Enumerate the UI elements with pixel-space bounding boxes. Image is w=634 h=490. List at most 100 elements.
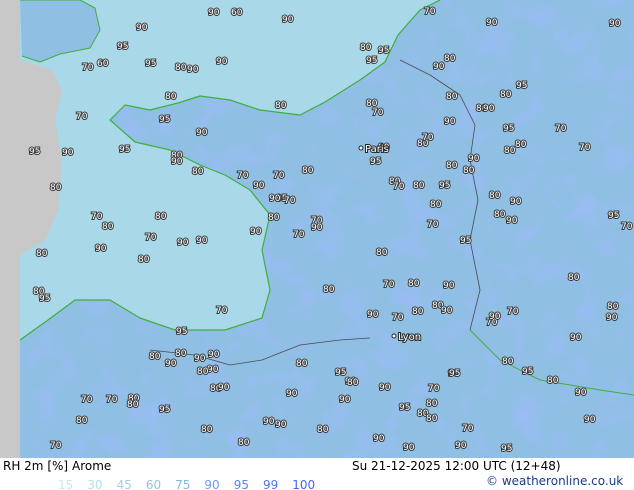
contour-label: 80 xyxy=(201,425,213,435)
contour-label: 70 xyxy=(106,395,118,405)
contour-label: 80 xyxy=(127,400,139,410)
credit-link[interactable]: © weatheronline.co.uk xyxy=(486,474,623,488)
contour-label: 80 xyxy=(494,210,506,220)
contour-label: 90 xyxy=(575,388,587,398)
contour-label: 80 xyxy=(347,378,359,388)
contour-label: 90 xyxy=(606,313,618,323)
relative-humidity-map: 80 90 80 80 90 90 80 70 80 80 70 80 80 90 95 95 95 90 95 80… xyxy=(0,0,634,458)
contour-label: 90 xyxy=(510,197,522,207)
contour-label: 90 xyxy=(311,223,323,233)
contour-label: 70 xyxy=(284,196,296,206)
contour-label: 80 xyxy=(175,63,187,73)
contour-label: 70 xyxy=(555,124,567,134)
legend-value: 15 xyxy=(58,478,74,490)
contour-label: 90 xyxy=(483,104,495,114)
contour-label: 95 xyxy=(522,367,533,377)
contour-label: 80 xyxy=(504,146,516,156)
contour-label: 70 xyxy=(82,63,94,73)
contour-label: 95 xyxy=(159,115,170,125)
contour-label: 80 xyxy=(408,279,420,289)
contour-label: 90 xyxy=(444,117,456,127)
contour-label: 80 xyxy=(376,248,388,258)
contour-label: 90 xyxy=(286,389,298,399)
contour-label: 80 xyxy=(76,416,88,426)
contour-label: 95 xyxy=(335,368,346,378)
contour-label: 60 xyxy=(231,8,243,18)
contour-label: 80 xyxy=(138,255,150,265)
contour-label: 90 xyxy=(207,365,219,375)
contour-label: 95 xyxy=(370,157,381,167)
map-canvas: 8090808090908070808070808090959595909580… xyxy=(0,0,634,458)
contour-label: 95 xyxy=(39,294,50,304)
contour-label: 80 xyxy=(50,183,62,193)
contour-label: 80 xyxy=(238,438,250,448)
contour-label: 60 xyxy=(97,59,109,69)
contour-label: 90 xyxy=(373,434,385,444)
contour-label: 70 xyxy=(237,171,249,181)
legend-value: 75 xyxy=(175,478,191,490)
contour-label: 95 xyxy=(516,81,527,91)
contour-label: 90 xyxy=(216,57,228,67)
contour-label: 70 xyxy=(91,212,103,222)
contour-label: 95 xyxy=(378,46,389,56)
contour-label: 90 xyxy=(196,128,208,138)
contour-label: 95 xyxy=(503,124,514,134)
model-name: Arome xyxy=(72,459,112,473)
contour-label: 80 xyxy=(366,99,378,109)
contour-label: 90 xyxy=(506,216,518,226)
contour-label: 70 xyxy=(393,182,405,192)
contour-label: 80 xyxy=(412,307,424,317)
contour-label: 80 xyxy=(302,166,314,176)
contour-label: 90 xyxy=(367,310,379,320)
legend-value: 90 xyxy=(204,478,220,490)
contour-label: 90 xyxy=(194,354,206,364)
contour-label: 80 xyxy=(547,376,559,386)
contour-label: 80 xyxy=(360,43,372,53)
contour-label: 80 xyxy=(175,349,187,359)
contour-label: 90 xyxy=(95,244,107,254)
contour-label: 90 xyxy=(196,236,208,246)
contour-label: 80 xyxy=(568,273,580,283)
contour-label: 90 xyxy=(489,312,501,322)
contour-label: 90 xyxy=(269,194,281,204)
contour-label: 90 xyxy=(62,148,74,158)
contour-label: 70 xyxy=(579,143,591,153)
contour-label: 80 xyxy=(192,167,204,177)
contour-label: 90 xyxy=(177,238,189,248)
legend-value: 45 xyxy=(116,478,132,490)
contour-label: 95 xyxy=(449,369,460,379)
contour-label: 80 xyxy=(296,359,308,369)
contour-label: 70 xyxy=(145,233,157,243)
legend-value: 99 xyxy=(262,478,279,490)
contour-label: 80 xyxy=(502,357,514,367)
contour-label: 90 xyxy=(250,227,262,237)
contour-label: 80 xyxy=(463,166,475,176)
contour-label: 90 xyxy=(208,350,220,360)
contour-label: 70 xyxy=(462,424,474,434)
city-marker xyxy=(391,333,397,339)
contour-label: 80 xyxy=(102,222,114,232)
contour-label: 70 xyxy=(273,171,285,181)
contour-label: 90 xyxy=(282,15,294,25)
contour-label: 90 xyxy=(609,19,621,29)
contour-label: 80 xyxy=(607,302,619,312)
contour-label: 70 xyxy=(424,7,436,17)
legend-value: 95 xyxy=(233,478,249,490)
contour-label: 95 xyxy=(460,236,471,246)
city-marker xyxy=(358,145,364,151)
color-legend: 15 30 45 60 75 90 95 99 100 xyxy=(58,474,329,490)
contour-label: 70 xyxy=(216,306,228,316)
contour-label: 80 xyxy=(426,399,438,409)
contour-label: 90 xyxy=(433,62,445,72)
contour-label: 95 xyxy=(145,59,156,69)
contour-label: 80 xyxy=(197,367,209,377)
contour-label: 90 xyxy=(339,395,351,405)
legend-value: 60 xyxy=(145,478,162,490)
contour-label: 90 xyxy=(136,23,148,33)
contour-label: 90 xyxy=(441,306,453,316)
contour-label: 80 xyxy=(426,414,438,424)
contour-label: 80 xyxy=(268,213,280,223)
contour-label: 95 xyxy=(176,327,187,337)
contour-label: 90 xyxy=(208,8,220,18)
city-label: Paris xyxy=(365,144,389,155)
